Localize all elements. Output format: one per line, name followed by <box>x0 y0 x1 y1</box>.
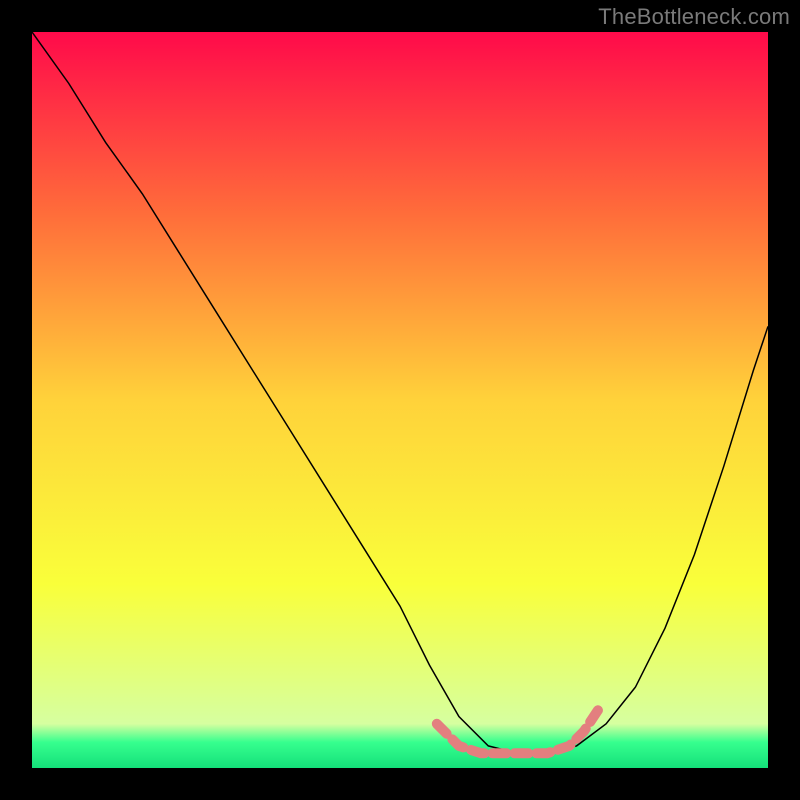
chart-svg <box>32 32 768 768</box>
chart-frame: TheBottleneck.com <box>0 0 800 800</box>
watermark-label: TheBottleneck.com <box>598 4 790 30</box>
plot-area <box>32 32 768 768</box>
gradient-background <box>32 32 768 768</box>
